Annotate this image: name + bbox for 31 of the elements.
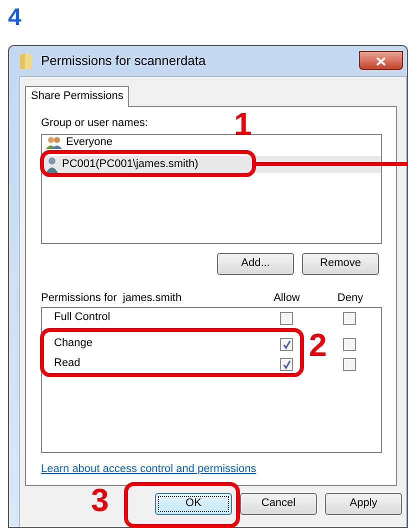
close-button[interactable] — [359, 51, 403, 70]
column-header: Deny — [336, 292, 364, 305]
folder-icon — [19, 52, 33, 70]
help-link[interactable]: Learn about access control and permissions — [41, 463, 256, 476]
dialog-button[interactable]: OK — [155, 493, 232, 515]
checkbox[interactable] — [280, 358, 293, 370]
dialog-button[interactable]: Remove — [302, 253, 379, 275]
dialog-button[interactable]: Apply — [325, 493, 402, 515]
checkbox[interactable] — [342, 358, 356, 370]
checkbox[interactable] — [280, 312, 293, 324]
window-title: Permissions for scannerdata — [41, 53, 207, 69]
callout-number: 2 — [309, 329, 327, 361]
users-icon — [46, 136, 62, 150]
tab[interactable]: Share Permissions — [25, 86, 130, 107]
dialog-button[interactable]: Add... — [217, 253, 294, 275]
permission-name: Change — [53, 337, 94, 351]
permission-name: Read — [53, 357, 82, 371]
group-label: Group or user names: — [41, 117, 148, 131]
column-header: Allow — [272, 292, 301, 305]
check-icon — [282, 340, 292, 350]
permissions-label: Permissions for james.smith — [41, 292, 183, 305]
checkbox[interactable] — [280, 338, 293, 350]
checkbox[interactable] — [342, 338, 356, 350]
dialog-button[interactable]: Cancel — [240, 493, 317, 515]
checkbox[interactable] — [342, 312, 356, 324]
close-icon — [376, 56, 386, 66]
step-number: 4 — [8, 6, 22, 30]
callout-number: 3 — [91, 484, 109, 516]
permission-name: Full Control — [53, 311, 112, 325]
user-icon — [46, 156, 58, 172]
check-icon — [282, 360, 292, 370]
